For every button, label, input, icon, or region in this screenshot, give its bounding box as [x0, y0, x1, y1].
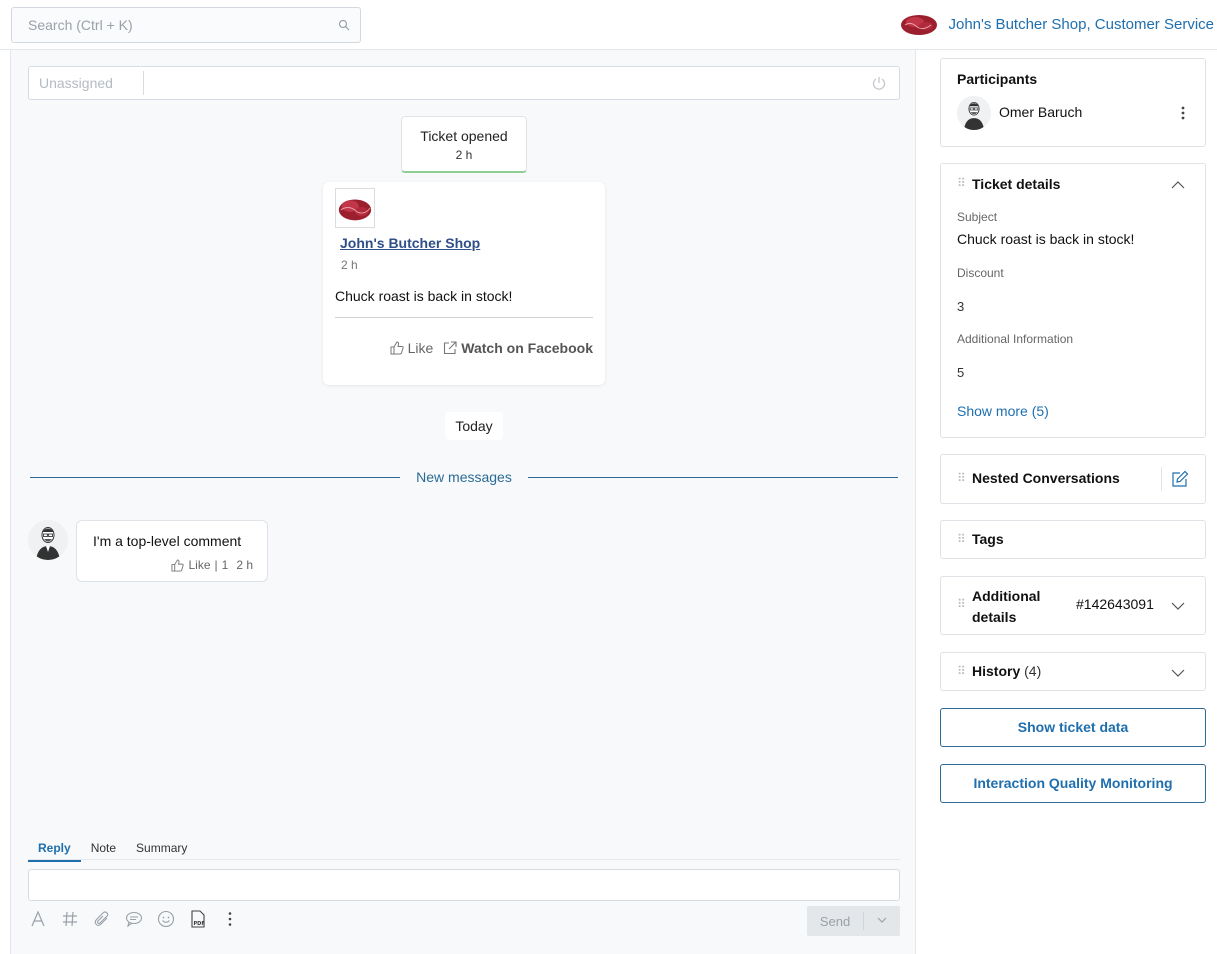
- ticket-opened-time: 2 h: [455, 148, 473, 162]
- participants-card: Participants Omer Baruch: [940, 58, 1206, 147]
- conversation-panel: Unassigned Ticket opened 2 h John's Butc…: [10, 50, 916, 954]
- power-icon[interactable]: [871, 75, 887, 91]
- tags-title[interactable]: Tags: [972, 531, 1004, 547]
- facebook-post: John's Butcher Shop 2 h Chuck roast is b…: [323, 182, 605, 385]
- search-input[interactable]: Search (Ctrl + K): [11, 7, 361, 43]
- watch-on-facebook-label: Watch on Facebook: [461, 340, 593, 356]
- additional-info-label: Additional Information: [957, 332, 1074, 346]
- drag-handle-icon[interactable]: ⠿: [957, 176, 966, 190]
- ticket-opened-label: Ticket opened: [420, 128, 508, 144]
- post-body: Chuck roast is back in stock!: [335, 288, 513, 304]
- thumbs-up-icon[interactable]: [171, 558, 185, 572]
- drag-handle-icon[interactable]: ⠿: [957, 597, 966, 611]
- external-link-icon: [444, 341, 457, 355]
- ticket-details-title[interactable]: Ticket details: [972, 176, 1060, 192]
- participant-avatar[interactable]: [957, 96, 991, 130]
- search-placeholder: Search (Ctrl + K): [28, 17, 133, 33]
- participant-name: Omer Baruch: [999, 104, 1083, 120]
- edit-icon[interactable]: [1171, 470, 1189, 488]
- interaction-quality-monitoring-button[interactable]: Interaction Quality Monitoring: [940, 764, 1206, 803]
- additional-details-title-line2: details: [972, 609, 1017, 625]
- ticket-details-card: ⠿ Ticket details Subject Chuck roast is …: [940, 163, 1206, 438]
- pdf-icon[interactable]: PDF: [189, 910, 207, 928]
- chevron-down-icon[interactable]: [864, 916, 900, 926]
- post-author-avatar: [335, 188, 375, 228]
- account-name: John's Butcher Shop, Customer Service: [948, 15, 1215, 33]
- chevron-down-icon[interactable]: [1171, 668, 1185, 678]
- brand-logo-icon: [900, 15, 937, 35]
- chevron-up-icon[interactable]: [1171, 180, 1185, 190]
- attachment-icon[interactable]: [93, 910, 111, 928]
- additional-details-title[interactable]: Additional details: [972, 586, 1040, 628]
- comment-text: I'm a top-level comment: [93, 533, 242, 549]
- template-icon[interactable]: [125, 910, 143, 928]
- additional-details-card: ⠿ Additional details #142643091: [940, 576, 1206, 635]
- day-separator: Today: [445, 412, 503, 440]
- new-messages-divider: New messages: [30, 468, 898, 488]
- show-ticket-data-button[interactable]: Show ticket data: [940, 708, 1206, 747]
- nested-divider: [1161, 467, 1162, 491]
- post-author-link[interactable]: John's Butcher Shop: [340, 235, 480, 251]
- drag-handle-icon[interactable]: ⠿: [957, 664, 966, 678]
- tags-card: ⠿ Tags: [940, 520, 1206, 559]
- comment-separator: |: [214, 558, 218, 572]
- history-title-row[interactable]: History (4): [972, 663, 1041, 679]
- assignee-placeholder: Unassigned: [39, 75, 113, 91]
- post-time: 2 h: [341, 258, 358, 272]
- nested-conversations-title[interactable]: Nested Conversations: [972, 470, 1120, 486]
- comment-meta: Like | 1 2 h: [171, 558, 253, 572]
- emoji-icon[interactable]: [157, 910, 175, 928]
- composer-toolbar: PDF: [29, 910, 239, 928]
- post-actions: Like Watch on Facebook: [390, 340, 593, 356]
- comment-time: 2 h: [236, 558, 253, 572]
- discount-value: 3: [957, 299, 965, 314]
- reply-input[interactable]: [28, 869, 900, 901]
- person-icon: [957, 96, 991, 130]
- account-switcher[interactable]: John's Butcher Shop, Customer Service: [899, 10, 1215, 38]
- format-icon[interactable]: [29, 910, 47, 928]
- post-like-label: Like: [407, 340, 434, 356]
- person-icon: [28, 520, 68, 560]
- subject-label: Subject: [957, 210, 998, 224]
- comment-like-button[interactable]: Like: [188, 558, 210, 572]
- history-title: History: [972, 663, 1021, 679]
- post-divider: [335, 317, 593, 318]
- drag-handle-icon[interactable]: ⠿: [957, 471, 966, 485]
- search-icon: [338, 19, 350, 31]
- thumbs-up-icon: [390, 341, 404, 355]
- more-vertical-icon[interactable]: [1181, 106, 1185, 120]
- history-count: (4): [1024, 663, 1042, 679]
- post-like-button[interactable]: Like: [390, 340, 434, 356]
- chevron-down-icon[interactable]: [1171, 601, 1185, 611]
- nested-conversations-card: ⠿ Nested Conversations: [940, 454, 1206, 504]
- assignee-divider: [143, 71, 144, 95]
- top-bar: Search (Ctrl + K) John's Butcher Shop, C…: [0, 0, 1217, 50]
- hashtag-icon[interactable]: [61, 910, 79, 928]
- commenter-avatar[interactable]: [28, 520, 68, 560]
- composer-tab-underline: [28, 859, 900, 860]
- comment-like-count: 1: [221, 558, 229, 572]
- ticket-id: #142643091: [1076, 596, 1154, 612]
- send-button[interactable]: Send: [807, 906, 900, 936]
- new-messages-line-right: [528, 477, 898, 478]
- discount-label: Discount: [957, 266, 1004, 280]
- watch-on-facebook-link[interactable]: Watch on Facebook: [443, 340, 593, 356]
- comment-bubble: I'm a top-level comment Like | 1 2 h: [76, 520, 268, 582]
- drag-handle-icon[interactable]: ⠿: [957, 532, 966, 546]
- more-icon[interactable]: [221, 910, 239, 928]
- ticket-opened-event: Ticket opened 2 h: [401, 116, 527, 173]
- send-label: Send: [819, 913, 851, 929]
- svg-text:PDF: PDF: [194, 921, 205, 927]
- additional-info-value: 5: [957, 365, 965, 380]
- show-more-link[interactable]: Show more (5): [957, 403, 1049, 419]
- history-card: ⠿ History (4): [940, 652, 1206, 691]
- participants-title: Participants: [957, 71, 1038, 87]
- additional-details-title-line1: Additional: [972, 588, 1041, 604]
- subject-value: Chuck roast is back in stock!: [957, 231, 1135, 247]
- assignee-field[interactable]: Unassigned: [28, 66, 900, 100]
